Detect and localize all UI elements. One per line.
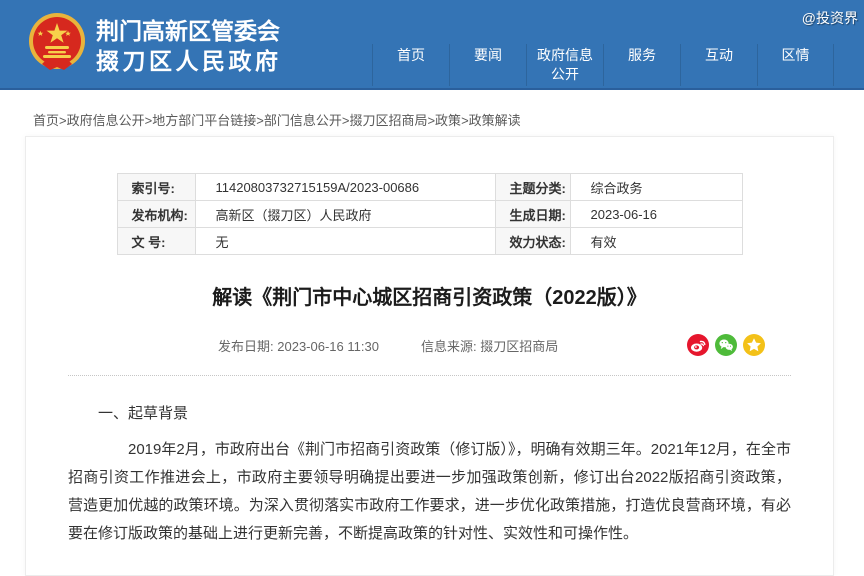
- article-meta-row: 发布日期: 2023-06-16 11:30 信息来源: 掇刀区招商局: [68, 334, 791, 356]
- content-card: 索引号: 11420803732715159A/2023-00686 主题分类:…: [25, 136, 834, 576]
- nav-label: 服务: [628, 47, 656, 63]
- nav-label: 首页: [397, 47, 425, 63]
- breadcrumb-gov-info[interactable]: 政府信息公开: [67, 113, 153, 128]
- page-title: 解读《荆门市中心城区招商引资政策（2022版）》: [212, 287, 647, 309]
- nav-label: 区情: [781, 47, 810, 63]
- publish-date-label: 发布日期:: [218, 338, 274, 354]
- document-meta-table: 索引号: 11420803732715159A/2023-00686 主题分类:…: [116, 173, 743, 255]
- breadcrumb-policy[interactable]: 政策: [435, 113, 469, 128]
- index-number-label: 索引号:: [116, 173, 196, 201]
- wechat-icon[interactable]: [715, 334, 737, 356]
- nav-item-home[interactable]: 首页: [372, 44, 449, 86]
- main-nav: 首页 要闻 政府信息公开 服务 互动 区情: [372, 44, 834, 86]
- nav-item-news[interactable]: 要闻: [449, 44, 526, 86]
- index-number-value: 11420803732715159A/2023-00686: [194, 173, 496, 201]
- article-paragraph: 2019年2月，市政府出台《荆门市招商引资政策（修订版）》，明确有效期三年。20…: [68, 441, 791, 542]
- breadcrumb-home[interactable]: 首页: [33, 113, 67, 128]
- validity-status-label: 效力状态:: [494, 227, 571, 255]
- nav-item-interaction[interactable]: 互动: [680, 44, 757, 86]
- topic-category-value: 综合政务: [569, 173, 743, 201]
- site-brand[interactable]: 荆门高新区管委会 掇刀区人民政府: [28, 12, 282, 79]
- creation-date-label: 生成日期:: [494, 200, 571, 228]
- nav-item-gov-info[interactable]: 政府信息公开: [526, 44, 603, 86]
- table-row: 索引号: 11420803732715159A/2023-00686 主题分类:…: [116, 173, 743, 201]
- table-row: 文 号: 无 效力状态: 有效: [116, 227, 743, 255]
- topic-category-label: 主题分类:: [494, 173, 571, 201]
- issuing-agency-label: 发布机构:: [116, 200, 196, 228]
- nav-label: 互动: [705, 47, 733, 63]
- nav-item-services[interactable]: 服务: [603, 44, 680, 86]
- breadcrumb: 首页政府信息公开地方部门平台链接部门信息公开掇刀区招商局政策政策解读: [0, 90, 864, 129]
- table-row: 发布机构: 高新区（掇刀区）人民政府 生成日期: 2023-06-16: [116, 200, 743, 228]
- section-heading: 一、起草背景: [98, 405, 189, 422]
- publish-date-value: 2023-06-16 11:30: [277, 338, 379, 354]
- site-header: 荆门高新区管委会 掇刀区人民政府 首页 要闻 政府信息公开 服务 互动 区情 @…: [0, 0, 864, 90]
- site-title-line1: 荆门高新区管委会: [96, 17, 280, 44]
- doc-number-label: 文 号:: [116, 227, 196, 255]
- info-source: 信息来源: 掇刀区招商局: [421, 336, 558, 355]
- breadcrumb-bureau[interactable]: 掇刀区招商局: [349, 113, 435, 128]
- issuing-agency-value: 高新区（掇刀区）人民政府: [194, 200, 496, 228]
- nav-item-district[interactable]: 区情: [757, 44, 834, 86]
- doc-number-value: 无: [194, 227, 496, 255]
- national-emblem-icon: [28, 12, 86, 79]
- divider: [68, 375, 791, 376]
- creation-date-value: 2023-06-16: [569, 200, 743, 228]
- article-body: 一、起草背景 2019年2月，市政府出台《荆门市招商引资政策（修订版）》，明确有…: [68, 400, 791, 548]
- info-source-label: 信息来源:: [420, 338, 477, 354]
- share-buttons: [687, 334, 765, 356]
- nav-label: 要闻: [474, 47, 502, 63]
- nav-label: 政府信息公开: [537, 47, 593, 82]
- publish-date: 发布日期: 2023-06-16 11:30: [218, 336, 379, 355]
- breadcrumb-policy-interpretation[interactable]: 政策解读: [469, 113, 521, 128]
- validity-status-value: 有效: [569, 227, 743, 255]
- watermark: @投资界: [801, 10, 858, 26]
- weibo-icon[interactable]: [687, 334, 709, 356]
- breadcrumb-dept-info[interactable]: 部门信息公开: [264, 113, 350, 128]
- qzone-star-icon[interactable]: [743, 334, 765, 356]
- breadcrumb-platform-links[interactable]: 地方部门平台链接: [152, 113, 264, 128]
- info-source-value: 掇刀区招商局: [480, 338, 559, 354]
- site-title-line2: 掇刀区人民政府: [96, 47, 282, 74]
